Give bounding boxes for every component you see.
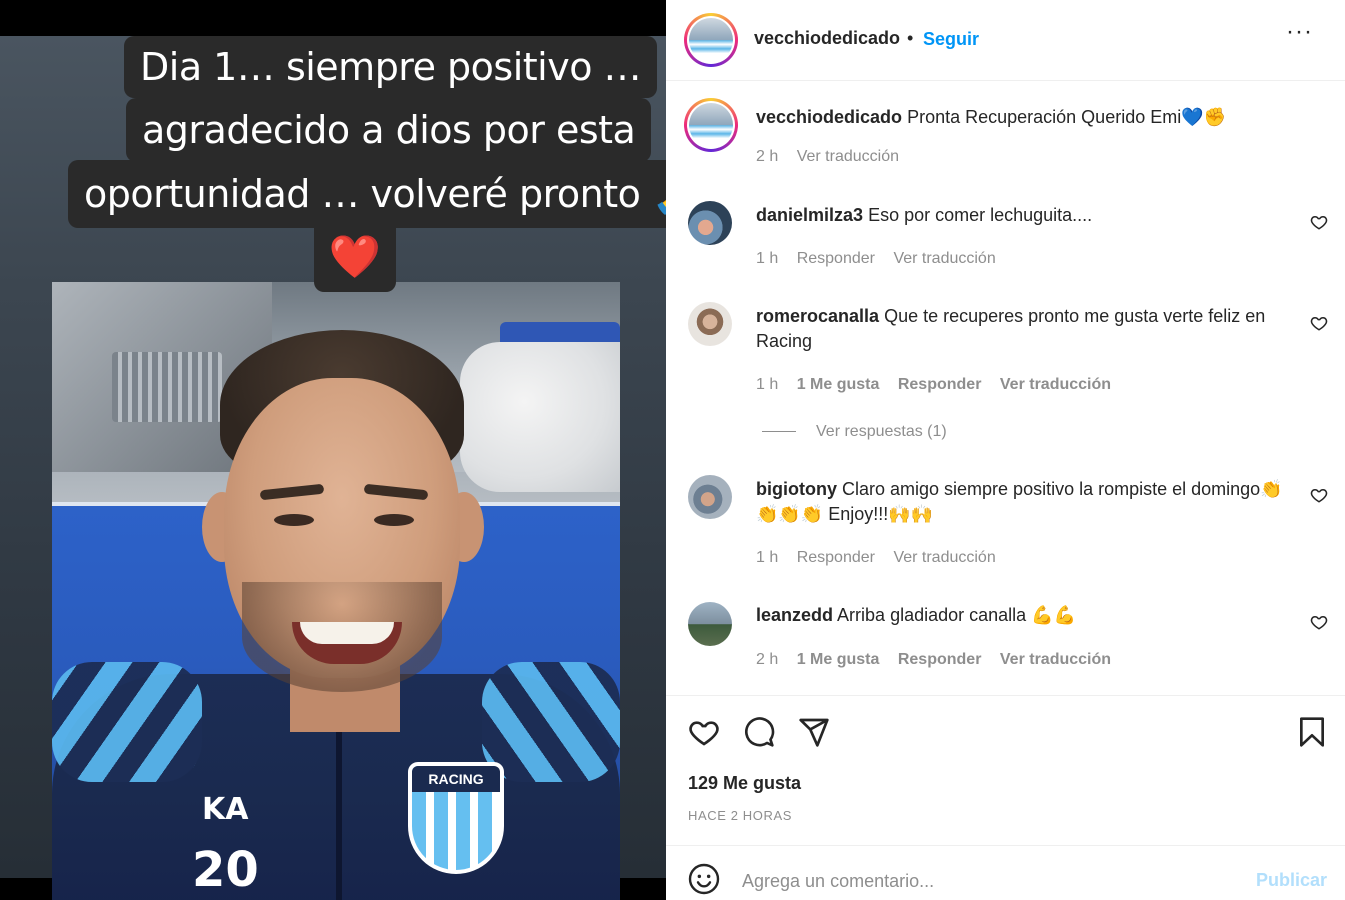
avatar[interactable]	[688, 475, 732, 519]
translate-link[interactable]: Ver traducción	[797, 148, 899, 165]
avatar[interactable]	[688, 302, 732, 346]
story-caption-line: agradecido a dios por esta	[126, 98, 652, 162]
post-media[interactable]: KA 20 RACING Dia 1… siempre positivo … a…	[0, 0, 666, 900]
separator-dot: •	[907, 28, 914, 48]
avatar[interactable]	[688, 201, 732, 245]
comment-username[interactable]: romerocanalla	[756, 306, 879, 326]
translate-link[interactable]: Ver traducción	[893, 549, 995, 566]
post-header: vecchiodedicado • Seguir ···	[666, 0, 1345, 81]
add-comment-row: Publicar	[666, 845, 1345, 900]
header-username[interactable]: vecchiodedicado	[754, 28, 900, 49]
reply-link[interactable]: Responder	[797, 549, 875, 566]
brand-logo: KA	[202, 792, 249, 827]
racing-crest: RACING	[408, 762, 504, 874]
share-icon[interactable]	[798, 716, 830, 748]
follow-button[interactable]: Seguir	[923, 29, 979, 50]
person: KA 20 RACING	[52, 282, 620, 900]
heart-icon[interactable]	[688, 716, 720, 748]
comment-input[interactable]	[742, 866, 1222, 896]
heart-icon[interactable]	[1310, 486, 1328, 504]
timestamp[interactable]: 1 h	[756, 250, 778, 267]
avatar[interactable]	[684, 13, 738, 67]
crest-label: RACING	[412, 766, 500, 792]
heart-emoji: ❤️	[314, 226, 396, 292]
list-item: danielmilza3 Eso por comer lechuguita...…	[756, 203, 1304, 228]
comment-text: Arriba gladiador canalla 💪💪	[837, 605, 1076, 625]
heart-icon[interactable]	[1310, 314, 1328, 332]
timestamp[interactable]: 1 h	[756, 376, 778, 393]
list-item: romerocanalla Que te recuperes pronto me…	[756, 304, 1304, 354]
publish-button[interactable]: Publicar	[1256, 870, 1327, 891]
reply-link[interactable]: Responder	[797, 250, 875, 267]
comment-username[interactable]: danielmilza3	[756, 205, 863, 225]
list-item: leanzedd Arriba gladiador canalla 💪💪	[756, 603, 1304, 628]
likes-count[interactable]: 1 Me gusta	[797, 651, 880, 668]
comment-meta: 2 h 1 Me gusta Responder Ver traducción	[756, 651, 1125, 669]
list-item: bigiotony Claro amigo siempre positivo l…	[756, 477, 1304, 527]
avatar[interactable]	[688, 602, 732, 646]
emoji-icon[interactable]	[688, 863, 720, 895]
reply-link[interactable]: Responder	[898, 651, 982, 668]
translate-link[interactable]: Ver traducción	[893, 250, 995, 267]
comment-meta: 1 h Responder Ver traducción	[756, 250, 1010, 268]
replies-divider	[762, 431, 796, 433]
view-replies-label[interactable]: Ver respuestas (1)	[816, 423, 947, 440]
likes-count[interactable]: 129 Me gusta	[688, 773, 801, 794]
caption-text: vecchiodedicado Pronta Recuperación Quer…	[756, 105, 1316, 130]
story-caption-line: Dia 1… siempre positivo …	[124, 36, 658, 98]
caption-username[interactable]: vecchiodedicado	[756, 107, 902, 127]
caption-body: Pronta Recuperación Querido Emi💙✊	[907, 107, 1227, 127]
timestamp[interactable]: 2 h	[756, 148, 778, 165]
comment-meta: 1 h Responder Ver traducción	[756, 549, 1010, 567]
selfie-photo: KA 20 RACING	[52, 282, 620, 900]
heart-icon[interactable]	[1310, 213, 1328, 231]
reply-link[interactable]: Responder	[898, 376, 982, 393]
avatar[interactable]	[684, 98, 738, 152]
timestamp[interactable]: 2 h	[756, 651, 778, 668]
story-caption-line: oportunidad … volveré pronto 🙏	[68, 160, 666, 228]
comment-meta: 1 h 1 Me gusta Responder Ver traducción	[756, 376, 1125, 394]
post-actions: 129 Me gusta HACE 2 HORAS Publicar	[666, 695, 1345, 900]
likes-count[interactable]: 1 Me gusta	[797, 376, 880, 393]
more-options-icon[interactable]: ···	[1286, 18, 1313, 46]
translate-link[interactable]: Ver traducción	[1000, 376, 1111, 393]
translate-link[interactable]: Ver traducción	[1000, 651, 1111, 668]
jersey-number: 20	[192, 842, 259, 898]
comments-list[interactable]: vecchiodedicado Pronta Recuperación Quer…	[666, 81, 1345, 695]
comment-username[interactable]: leanzedd	[756, 605, 833, 625]
timestamp[interactable]: 1 h	[756, 549, 778, 566]
post-timestamp[interactable]: HACE 2 HORAS	[688, 808, 792, 823]
comment-username[interactable]: bigiotony	[756, 479, 837, 499]
comment-text: Eso por comer lechuguita....	[868, 205, 1093, 225]
view-replies-link[interactable]: Ver respuestas (1)	[762, 423, 947, 441]
comment-icon[interactable]	[743, 716, 775, 748]
bookmark-icon[interactable]	[1296, 716, 1328, 748]
caption-meta: 2 h Ver traducción	[756, 148, 913, 166]
heart-icon[interactable]	[1310, 613, 1328, 631]
post-panel: vecchiodedicado • Seguir ··· vecchiodedi…	[666, 0, 1345, 900]
